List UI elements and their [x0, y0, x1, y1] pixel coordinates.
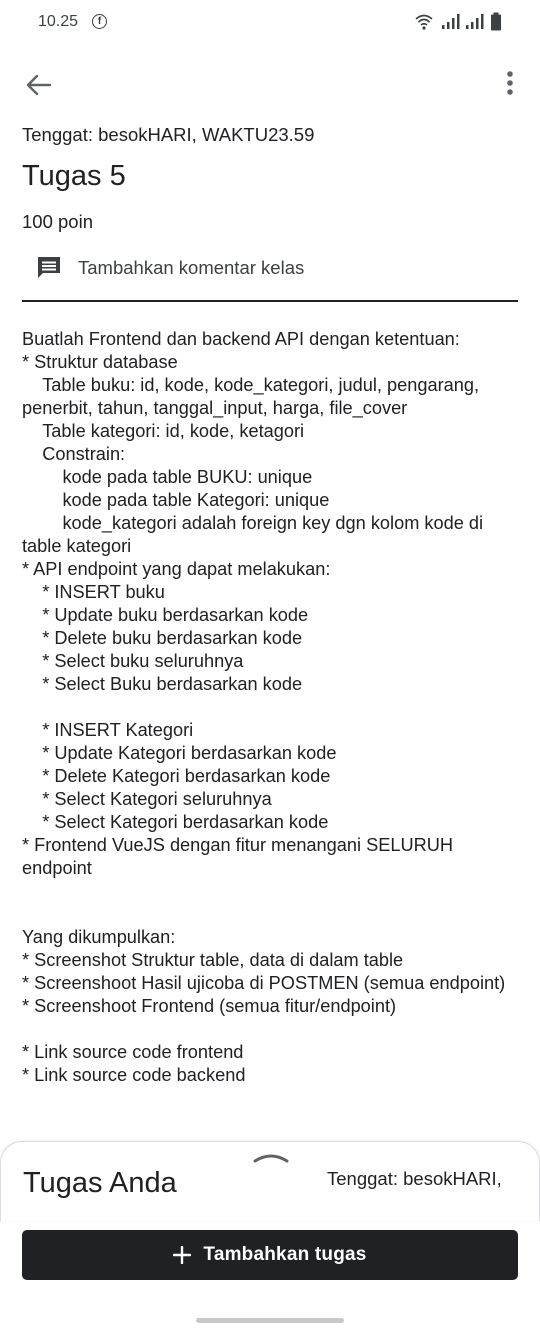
add-class-comment-button[interactable]: Tambahkan komentar kelas [22, 248, 518, 288]
more-vert-icon[interactable] [495, 68, 525, 102]
arrow-back-icon[interactable] [22, 68, 56, 102]
assignment-title: Tugas 5 [22, 160, 126, 192]
gesture-nav-bar[interactable] [196, 1318, 344, 1323]
due-date: Tenggat: besokHARI, WAKTU23.59 [22, 124, 315, 145]
your-work-title: Tugas Anda [23, 1167, 177, 1199]
points: 100 poin [22, 211, 93, 232]
facebook-notification-icon: f [92, 14, 107, 29]
your-work-due: Tenggat: besokHARI, [327, 1168, 502, 1189]
comment-icon [38, 257, 60, 278]
divider [22, 300, 518, 302]
battery-icon [491, 12, 501, 31]
your-work-sheet[interactable]: Tugas Anda Tenggat: besokHARI, [0, 1141, 540, 1221]
signal-icon [466, 14, 484, 29]
add-work-button[interactable]: Tambahkan tugas [22, 1230, 518, 1280]
comment-label: Tambahkan komentar kelas [78, 257, 305, 278]
plus-icon [173, 1246, 192, 1264]
status-bar: 10.25 f [0, 0, 540, 46]
expand-handle-icon[interactable] [252, 1150, 290, 1164]
add-work-label: Tambahkan tugas [203, 1244, 367, 1265]
signal-icon [442, 14, 460, 29]
wifi-icon [415, 14, 433, 30]
status-time: 10.25 [38, 13, 79, 30]
app-bar [0, 56, 540, 112]
assignment-description: Buatlah Frontend dan backend API dengan … [22, 329, 506, 1085]
